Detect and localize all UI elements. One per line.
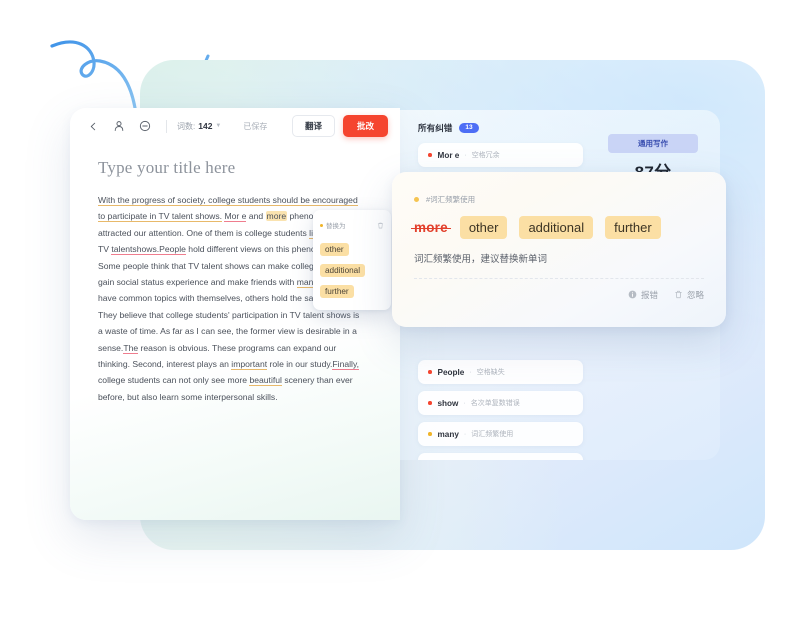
separator-dot: · [463,399,466,407]
minus-circle-icon[interactable] [136,117,154,135]
suggestion-other[interactable]: other [459,216,508,239]
severity-dot-icon [428,432,432,436]
suggestion-further[interactable]: further [605,216,661,239]
card-suggestion-row: more other additional further [392,205,726,239]
error-item-more[interactable]: Mor e · 空格冗余 [418,143,583,167]
inline-popup-title: 替换为 [326,223,346,230]
info-circle-icon [628,290,637,301]
inline-option-1[interactable]: additional [320,264,366,277]
word-count[interactable]: 词数: 142 ▼ [177,121,221,132]
report-button[interactable]: 报错 [628,289,658,301]
panel-header: 所有纠错 13 [400,110,720,134]
saved-status: 已保存 [243,121,268,131]
separator-dot: · [464,151,467,159]
inline-replace-popup: 替换为 other additional further [313,210,391,310]
error-tag: 词汇频繁使用 [471,431,514,438]
error-item-many[interactable]: many · 词汇频繁使用 [418,422,583,446]
editor-toolbar: 词数: 142 ▼ 已保存 翻译 批改 [70,108,400,144]
original-word: more [411,220,451,235]
ignore-label: 忽略 [686,290,704,300]
inline-popup-title-wrap: 替换为 [320,220,346,230]
error-tag: 空格缺失 [476,369,505,376]
inline-option-2[interactable]: further [320,285,354,298]
document-title[interactable]: Type your title here [98,158,400,178]
category-dot-icon [414,197,419,202]
trash-icon[interactable] [377,216,384,234]
error-word: People [437,367,465,377]
severity-dot-icon [428,370,432,374]
error-tag: 空格冗余 [471,152,500,159]
chevron-left-icon[interactable] [84,117,102,135]
translate-button[interactable]: 翻译 [291,115,335,137]
card-tag-row: #词汇频繁使用 [392,172,726,205]
trash-icon [674,290,683,301]
inline-popup-header: 替换为 [320,216,384,234]
report-label: 报错 [640,290,658,300]
score-category-chip[interactable]: 通用写作 [608,134,698,153]
person-icon[interactable] [110,117,128,135]
editor-window: 词数: 142 ▼ 已保存 翻译 批改 Type your title here… [70,108,400,520]
card-description: 词汇频繁使用，建议替换新单词 [414,254,548,265]
error-word: many [437,429,459,439]
separator-dot: · [463,430,467,438]
suggestion-card: #词汇频繁使用 more other additional further 词汇… [392,172,726,327]
severity-dot-icon [428,401,432,405]
word-count-label: 词数: [177,121,196,131]
severity-dot-icon [428,153,432,157]
error-word: Mor e [437,150,460,160]
error-item-view[interactable]: view · 句末句号缺失 [418,453,583,460]
error-tag: 名次单复数错误 [470,400,520,407]
toolbar-divider [166,119,167,133]
bullet-icon [320,223,323,227]
card-actions: 报错 忽略 [392,279,726,301]
card-tag-label: #词汇频繁使用 [426,195,476,204]
error-count-badge: 13 [459,123,479,133]
error-item-people[interactable]: People · 空格缺失 [418,360,583,384]
word-count-value: 142 [198,121,213,131]
suggestion-additional[interactable]: additional [519,216,594,239]
ignore-button[interactable]: 忽略 [674,289,704,301]
separator-dot: · [469,368,472,376]
inline-option-0[interactable]: other [320,243,349,256]
error-item-show[interactable]: show · 名次单复数错误 [418,391,583,415]
correct-button[interactable]: 批改 [342,115,388,137]
list-gap-spacer [418,329,583,353]
error-word: show [437,398,459,408]
chevron-down-icon: ▼ [215,123,222,129]
toolbar-actions: 翻译 批改 [291,115,388,137]
panel-title: 所有纠错 [418,123,453,133]
